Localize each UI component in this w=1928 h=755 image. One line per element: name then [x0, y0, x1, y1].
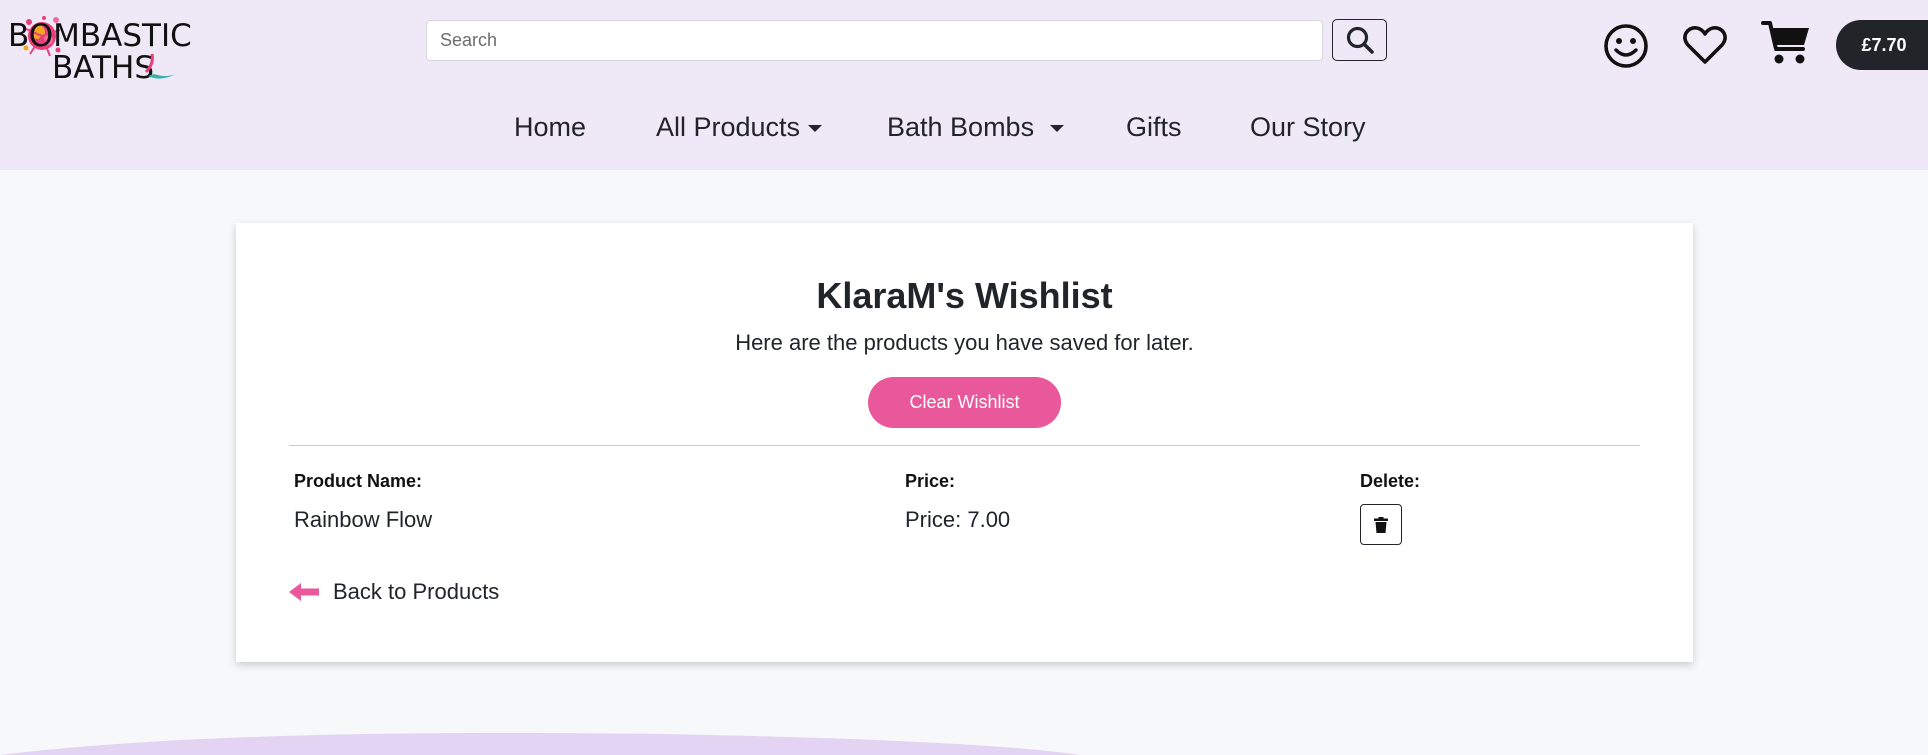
product-price: Price: 7.00	[905, 507, 1011, 532]
nav-item-label: Home	[514, 112, 587, 142]
main-nav: Home All Products Bath Bombs Gifts Our S…	[0, 112, 1928, 152]
page-title: KlaraM's Wishlist	[816, 275, 1113, 316]
nav-item-bath-bombs[interactable]: Bath Bombs	[887, 112, 1065, 143]
nav-item-label: Bath Bombs	[887, 112, 1035, 142]
search-input[interactable]	[426, 20, 1323, 61]
wishlist-button[interactable]	[1681, 23, 1729, 67]
brand-name-line1: BOMBASTIC	[8, 18, 192, 54]
nav-item-home[interactable]: Home	[514, 112, 586, 143]
site-header: BOMBASTIC BATHS Search £7.70 Home All Pr…	[0, 0, 1928, 170]
cart-icon	[1761, 21, 1809, 64]
caret-down-icon	[1050, 125, 1065, 132]
nav-item-all-products[interactable]: All Products	[656, 112, 823, 143]
arrow-left-icon	[289, 582, 319, 602]
basket-total-badge[interactable]: £7.70	[1836, 20, 1928, 70]
divider	[289, 445, 1640, 446]
heart-icon	[1683, 26, 1727, 64]
nav-item-label: All Products	[656, 112, 801, 142]
nav-item-label: Our Story	[1250, 112, 1366, 142]
nav-item-gifts[interactable]: Gifts	[1126, 112, 1182, 143]
page-subtitle: Here are the products you have saved for…	[735, 330, 1194, 355]
cart-button[interactable]	[1760, 18, 1814, 68]
smiley-icon	[1604, 24, 1648, 68]
brand-swoosh-icon	[144, 53, 176, 79]
delete-item-button[interactable]	[1360, 504, 1402, 545]
column-header-product-name: Product Name:	[294, 471, 423, 491]
clear-wishlist-button[interactable]: Clear Wishlist	[868, 377, 1061, 428]
caret-down-icon	[808, 125, 823, 132]
back-link-label: Back to Products	[333, 579, 500, 604]
search-button[interactable]	[1332, 19, 1387, 61]
footer-wave	[0, 732, 1080, 755]
basket-total-value: £7.70	[1861, 34, 1907, 55]
brand-logo[interactable]: BOMBASTIC BATHS	[6, 10, 196, 86]
search-icon	[1346, 26, 1374, 54]
product-name[interactable]: Rainbow Flow	[294, 507, 432, 533]
back-to-products-link[interactable]: Back to Products	[289, 579, 499, 605]
column-header-delete: Delete:	[1360, 471, 1421, 491]
nav-item-label: Gifts	[1126, 112, 1182, 142]
nav-item-our-story[interactable]: Our Story	[1250, 112, 1366, 143]
wishlist-card: KlaraM's Wishlist Here are the products …	[236, 223, 1693, 662]
account-button[interactable]	[1602, 22, 1650, 70]
trash-icon	[1374, 516, 1388, 533]
column-header-price: Price:	[905, 471, 956, 491]
